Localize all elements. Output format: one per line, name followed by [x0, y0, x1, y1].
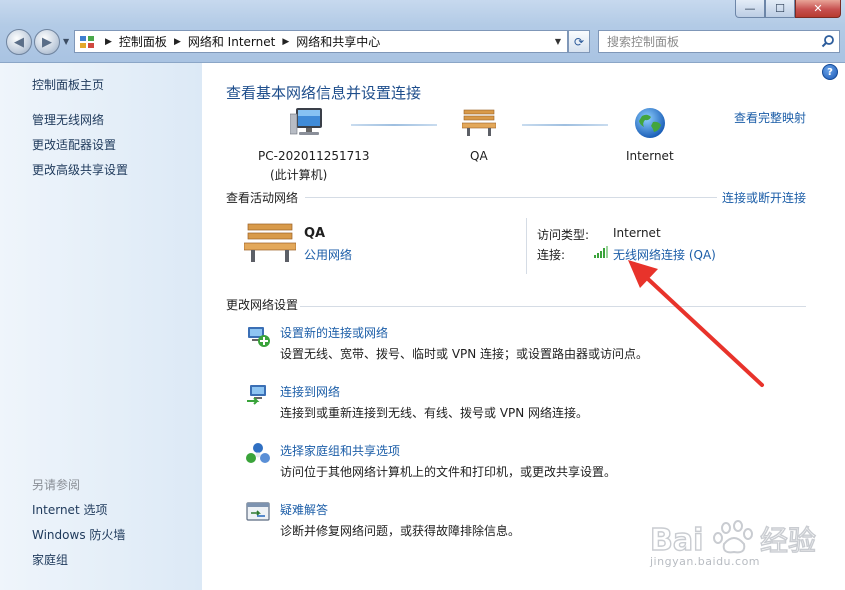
- breadcrumb-separator-icon: ▶: [173, 36, 181, 47]
- back-button[interactable]: ◀: [6, 29, 32, 55]
- window-controls: — ☐ ✕: [735, 0, 841, 18]
- setup-connection-link[interactable]: 设置新的连接或网络: [280, 324, 388, 341]
- access-type-label: 访问类型:: [537, 228, 590, 242]
- network-type-link[interactable]: 公用网络: [304, 246, 352, 263]
- see-also-heading: 另请参阅: [32, 478, 81, 492]
- map-network-name: QA: [470, 149, 488, 163]
- computer-name: PC-202011251713: [258, 149, 370, 163]
- connect-disconnect-link[interactable]: 连接或断开连接: [722, 189, 806, 206]
- connect-network-desc: 连接到或重新连接到无线、有线、拨号或 VPN 网络连接。: [280, 406, 589, 420]
- refresh-button[interactable]: ⟳: [568, 30, 590, 53]
- minimize-button[interactable]: —: [735, 0, 765, 18]
- arrow-right-icon: ▶: [42, 34, 52, 50]
- sidebar-homegroup[interactable]: 家庭组: [32, 551, 68, 568]
- setup-connection-desc: 设置无线、宽带、拨号、临时或 VPN 连接；或设置路由器或访问点。: [280, 347, 649, 361]
- breadcrumb-separator-icon: ▶: [282, 36, 290, 47]
- computer-sub-label: (此计算机): [270, 168, 328, 182]
- breadcrumb-network-internet[interactable]: 网络和 Internet: [188, 33, 275, 50]
- breadcrumb-separator-icon: ▶: [105, 36, 112, 47]
- search-icon[interactable]: [821, 34, 835, 48]
- connections-label: 连接:: [537, 248, 566, 262]
- troubleshoot-link[interactable]: 疑难解答: [280, 501, 328, 518]
- breadcrumb-network-sharing-center[interactable]: 网络和共享中心: [296, 33, 380, 50]
- wireless-signal-icon: [594, 246, 608, 258]
- sidebar-change-adapter[interactable]: 更改适配器设置: [32, 136, 116, 153]
- homegroup-icon: [246, 443, 270, 463]
- recent-pages-dropdown[interactable]: ▼: [63, 37, 69, 46]
- troubleshoot-desc: 诊断并修复网络问题，或获得故障排除信息。: [280, 524, 521, 538]
- forward-button[interactable]: ▶: [34, 29, 60, 55]
- help-icon[interactable]: ?: [822, 64, 838, 80]
- search-box[interactable]: [598, 30, 840, 53]
- computer-icon: [290, 108, 322, 135]
- sidebar-windows-firewall[interactable]: Windows 防火墙: [32, 526, 125, 543]
- vertical-divider: [526, 218, 527, 274]
- address-dropdown-icon[interactable]: ▼: [555, 37, 561, 46]
- sidebar-manage-wireless[interactable]: 管理无线网络: [32, 111, 104, 128]
- address-bar[interactable]: ▶ 控制面板 ▶ 网络和 Internet ▶ 网络和共享中心 ▼: [74, 30, 568, 53]
- divider: [305, 197, 717, 198]
- search-input[interactable]: [605, 31, 809, 52]
- access-type-value: Internet: [613, 226, 661, 240]
- watermark-brand-2: 经验: [760, 524, 816, 557]
- troubleshoot-icon: [246, 502, 270, 521]
- page-title: 查看基本网络信息并设置连接: [226, 84, 422, 102]
- homegroup-sharing-link[interactable]: 选择家庭组和共享选项: [280, 442, 400, 459]
- connect-network-icon: [247, 385, 266, 405]
- setup-connection-icon: [248, 327, 270, 347]
- connection-line: [522, 124, 608, 126]
- arrow-left-icon: ◀: [14, 34, 24, 50]
- watermark-url: jingyan.baidu.com: [650, 555, 761, 568]
- connection-line: [351, 124, 437, 126]
- connect-network-link[interactable]: 连接到网络: [280, 383, 340, 400]
- change-settings-heading: 更改网络设置: [226, 298, 299, 312]
- maximize-button[interactable]: ☐: [765, 0, 795, 18]
- active-networks-heading: 查看活动网络: [226, 191, 299, 205]
- see-full-map-link[interactable]: 查看完整映射: [734, 109, 806, 126]
- sidebar-control-panel-home[interactable]: 控制面板主页: [32, 76, 104, 93]
- map-internet-label: Internet: [626, 149, 674, 163]
- baidu-watermark-logo: Bai 经验: [649, 520, 817, 559]
- homegroup-sharing-desc: 访问位于其他网络计算机上的文件和打印机，或更改共享设置。: [280, 465, 617, 479]
- bench-icon: [462, 109, 496, 136]
- control-panel-icon: [80, 35, 94, 48]
- red-annotation-arrow: [628, 260, 764, 387]
- internet-globe-icon: [635, 108, 665, 138]
- sidebar-internet-options[interactable]: Internet 选项: [32, 501, 107, 518]
- close-button[interactable]: ✕: [795, 0, 841, 18]
- sidebar-advanced-sharing[interactable]: 更改高级共享设置: [32, 161, 128, 178]
- active-network-name: QA: [304, 226, 326, 241]
- public-network-bench-icon: [244, 223, 296, 262]
- breadcrumb-control-panel[interactable]: 控制面板: [119, 33, 167, 50]
- watermark-brand: Bai: [650, 523, 703, 558]
- refresh-icon: ⟳: [573, 34, 585, 49]
